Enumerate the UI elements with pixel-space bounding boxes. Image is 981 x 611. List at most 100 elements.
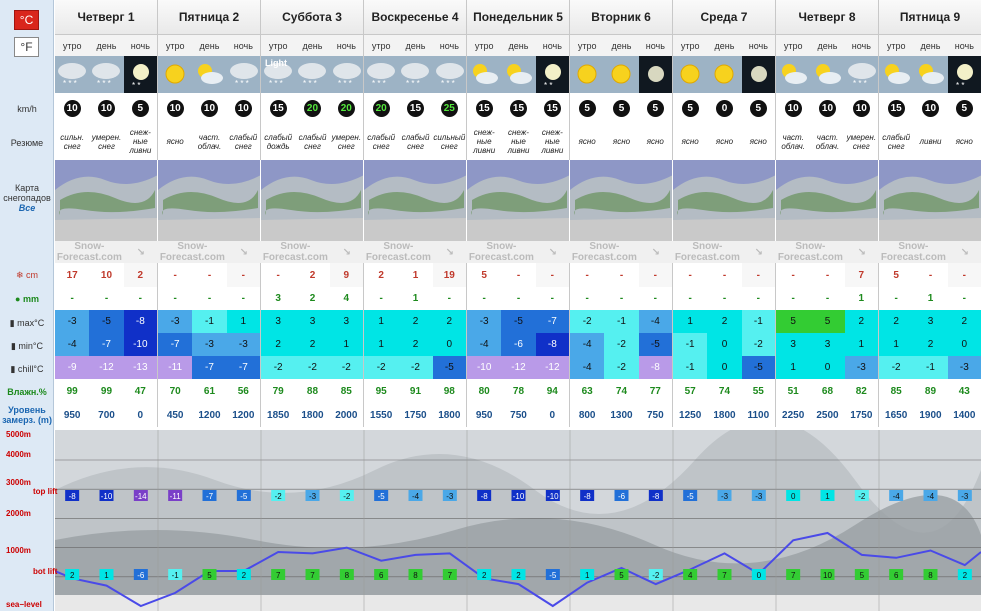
wind-cell: 15 (398, 93, 433, 123)
snow-map-all-link[interactable]: Все (0, 203, 54, 213)
fahrenheit-button[interactable]: °F (14, 37, 39, 57)
min-temp-value: -1 (673, 333, 708, 356)
bot-lift-value: -2 (652, 571, 660, 580)
chill-temp-value: -13 (123, 356, 158, 379)
freeze-level-value: 1900 (919, 409, 942, 421)
humidity-value: 99 (66, 385, 78, 397)
snow-map-thumbnail[interactable] (776, 160, 879, 241)
min-temp-value: 0 (432, 333, 467, 356)
day-header[interactable]: Четверг 8 (776, 0, 879, 35)
day-header[interactable]: Среда 7 (673, 0, 776, 35)
period-label: утро (467, 35, 502, 56)
period-label: день (810, 35, 845, 56)
summary-cell: снеж-ные ливни (467, 123, 502, 160)
day-header[interactable]: Пятница 9 (879, 0, 981, 35)
max-temp-value: -3 (55, 310, 90, 333)
map-arrow-icon[interactable]: ↘ (652, 247, 660, 258)
snow-value: 2 (123, 263, 158, 287)
top-lift-value: 0 (791, 492, 796, 501)
period-label: утро (158, 35, 193, 56)
weather-icon-cell (673, 56, 708, 93)
top-lift-value: -3 (961, 492, 969, 501)
rain-value: 1 (845, 287, 879, 310)
min-temp-value: -7 (89, 333, 124, 356)
map-arrow-icon[interactable]: ↘ (755, 247, 763, 258)
wind-cell: 10 (89, 93, 124, 123)
celsius-button[interactable]: °C (14, 10, 39, 30)
snow-map-thumbnail[interactable] (467, 160, 570, 241)
bot-lift-value: 7 (791, 571, 796, 580)
chill-temp-value: -9 (55, 356, 90, 379)
humidity-value: 79 (272, 385, 284, 397)
map-arrow-icon[interactable]: ↘ (343, 247, 351, 258)
humidity-value: 77 (639, 379, 673, 403)
logo-cell: Snow-Forecast.com (673, 241, 742, 263)
wind-cell: 5 (570, 93, 605, 123)
rain-value: - (379, 293, 383, 304)
snow-map-label-text: Карта снегопадов (3, 183, 51, 203)
wind-cell: 25 (432, 93, 467, 123)
humidity-value: 89 (924, 385, 937, 397)
min-temp-value: 2 (398, 333, 433, 356)
top-lift-value: -10 (513, 492, 525, 501)
map-arrow-icon[interactable]: ↘ (446, 247, 454, 258)
max-temp-value: -1 (604, 310, 639, 333)
map-arrow-icon[interactable]: ↘ (961, 247, 969, 258)
wind-cell: 15 (879, 93, 914, 123)
min-temp-value: 1 (364, 333, 399, 356)
humidity-value: 85 (330, 379, 364, 403)
bot-lift-value: 8 (928, 571, 933, 580)
weather-icon-cell: * * * (226, 56, 261, 93)
logo-cell: Snow-Forecast.com (364, 241, 433, 263)
logo-cell: ↘ (844, 241, 879, 263)
day-header[interactable]: Четверг 1 (55, 0, 158, 35)
snow-unit: cm (26, 270, 39, 280)
map-arrow-icon[interactable]: ↘ (240, 247, 248, 258)
snow-map-thumbnail[interactable] (570, 160, 673, 241)
day-header[interactable]: Воскресенье 4 (364, 0, 467, 35)
weather-icon-cell: * * * (295, 56, 330, 93)
chill-temp-value: -12 (535, 356, 570, 379)
humidity-value: 99 (100, 385, 113, 397)
freeze-level-value: 700 (98, 409, 115, 421)
logo-cell: Snow-Forecast.com (776, 241, 845, 263)
day-header[interactable]: Вторник 6 (570, 0, 673, 35)
freeze-level-value: 950 (63, 409, 81, 421)
top-lift-value: -4 (412, 492, 420, 501)
wind-cell: 5 (123, 93, 158, 123)
rain-value: - (433, 287, 467, 310)
snow-map-thumbnail[interactable] (55, 160, 158, 241)
period-label: ночь (844, 35, 879, 56)
snow-value: - (570, 263, 605, 287)
day-header[interactable]: Пятница 2 (158, 0, 261, 35)
map-arrow-icon[interactable]: ↘ (137, 247, 145, 258)
map-arrow-icon[interactable]: ↘ (858, 247, 866, 258)
snow-map-thumbnail[interactable] (673, 160, 776, 241)
bot-lift-value: -5 (549, 571, 557, 580)
snow-value: - (947, 263, 981, 287)
wind-arrow-icon: 10 (200, 99, 218, 117)
bot-lift-value: 6 (894, 571, 899, 580)
map-arrow-icon[interactable]: ↘ (549, 247, 557, 258)
day-header[interactable]: Понедельник 5 (467, 0, 570, 35)
snow-map-thumbnail[interactable] (364, 160, 467, 241)
min-temp-value: 1 (329, 333, 364, 356)
snow-map-thumbnail[interactable] (879, 160, 981, 241)
wind-cell: 5 (673, 93, 708, 123)
logo-cell: Snow-Forecast.com (261, 241, 330, 263)
humidity-value: 57 (684, 385, 696, 397)
max-temp-value: -3 (467, 310, 502, 333)
day-header[interactable]: Суббота 3 (261, 0, 364, 35)
humidity-value: 68 (821, 385, 834, 397)
wind-arrow-icon: 10 (63, 99, 81, 117)
weather-icon-cell (467, 56, 502, 93)
summary-cell: ясно (570, 123, 605, 160)
top-lift-value: -8 (69, 492, 77, 501)
chill-temp-value: -2 (604, 356, 639, 379)
weather-icon (680, 64, 700, 84)
snow-map-thumbnail[interactable] (158, 160, 261, 241)
svg-text:* * *: * * * (372, 79, 386, 88)
wind-cell: 20 (329, 93, 364, 123)
period-label: ночь (638, 35, 673, 56)
snow-map-thumbnail[interactable] (261, 160, 364, 241)
